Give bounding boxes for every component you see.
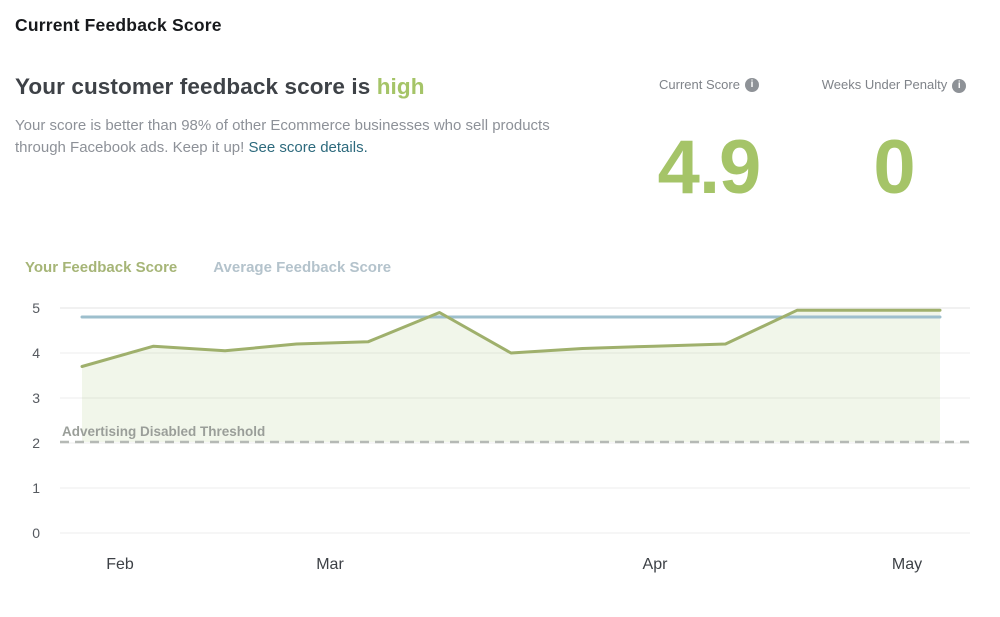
- weeks-under-penalty-stat: Weeks Under Penalty i 0: [808, 77, 980, 206]
- y-axis-tick: 3: [32, 390, 40, 406]
- current-score-stat: Current Score i 4.9: [628, 77, 790, 206]
- chart-legend: Your Feedback Score Average Feedback Sco…: [25, 259, 391, 276]
- headline-prefix: Your customer feedback score is: [15, 74, 377, 99]
- x-axis-label: May: [892, 556, 922, 573]
- threshold-label: Advertising Disabled Threshold: [62, 424, 265, 439]
- x-axis-label: Apr: [643, 556, 669, 573]
- page-title: Current Feedback Score: [15, 15, 222, 35]
- current-score-label-row: Current Score i: [628, 77, 790, 93]
- weeks-under-penalty-label: Weeks Under Penalty: [821, 77, 948, 92]
- y-axis-tick: 0: [32, 525, 40, 541]
- current-score-value: 4.9: [657, 125, 762, 210]
- y-axis-tick: 5: [32, 300, 40, 316]
- info-icon[interactable]: i: [952, 79, 967, 93]
- headline-status: high: [376, 74, 425, 99]
- feedback-headline: Your customer feedback score is high: [15, 74, 425, 100]
- weeks-under-penalty-value: 0: [873, 125, 915, 210]
- legend-item-average-score[interactable]: Average Feedback Score: [213, 259, 391, 276]
- y-axis-tick: 4: [32, 345, 40, 361]
- x-axis-label: Mar: [316, 556, 344, 573]
- score-description: Your score is better than 98% of other E…: [15, 115, 573, 159]
- weeks-under-penalty-label-row: Weeks Under Penalty i: [808, 77, 980, 93]
- current-score-label: Current Score: [659, 77, 740, 92]
- x-axis-label: Feb: [106, 556, 134, 573]
- feedback-chart: 5 4 3 2 1 0 Feb Mar Apr May Advertising Disabled T…: [32, 300, 970, 573]
- legend-item-your-score[interactable]: Your Feedback Score: [25, 259, 177, 276]
- y-axis-tick: 2: [32, 435, 40, 451]
- feedback-score-panel: Current Feedback Score Your customer fee…: [0, 0, 1000, 617]
- score-area-fill: [82, 310, 940, 442]
- see-score-details-link[interactable]: See score details.: [249, 139, 368, 156]
- feedback-chart-container: 5 4 3 2 1 0 Feb Mar Apr May Advertising Disabled T…: [0, 290, 1000, 600]
- info-icon[interactable]: i: [744, 78, 759, 92]
- y-axis-tick: 1: [32, 480, 40, 496]
